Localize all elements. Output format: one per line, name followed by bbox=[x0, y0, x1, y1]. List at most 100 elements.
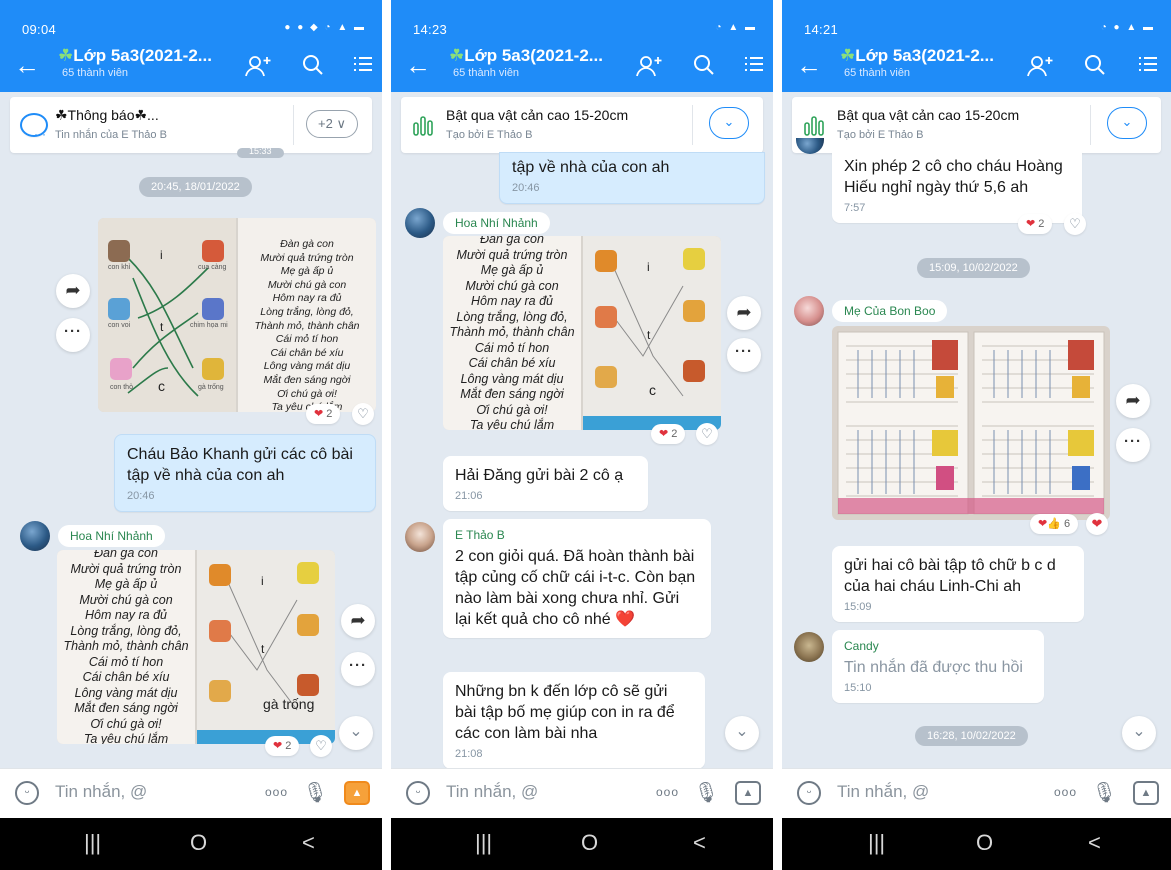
reaction-count[interactable]: ❤👍 6 bbox=[1030, 514, 1079, 534]
message-input[interactable]: Tin nhắn, @ bbox=[837, 782, 929, 802]
member-count: 65 thành viên bbox=[453, 67, 520, 79]
add-member-icon[interactable] bbox=[1026, 53, 1056, 84]
heart-reaction-icon[interactable]: ❤ bbox=[1086, 513, 1108, 535]
message-time: 20:46 bbox=[512, 182, 540, 194]
back-arrow-icon[interactable]: ← bbox=[14, 52, 40, 78]
search-icon[interactable] bbox=[1084, 53, 1106, 82]
emoji-icon[interactable]: ᵕ bbox=[15, 781, 39, 805]
homework-photo[interactable]: i t c con khỉ cua càng con voi chim họa … bbox=[98, 218, 376, 412]
more-dots-icon[interactable]: ooo bbox=[1054, 785, 1077, 799]
mic-icon[interactable]: 🎙 bbox=[303, 780, 328, 805]
recent-apps-icon[interactable]: ||| bbox=[868, 830, 885, 856]
homework-photo-2[interactable]: Đàn gà con Mười quả trứng tròn Mẹ gà ấp ủM… bbox=[57, 550, 335, 744]
poll-chart-icon bbox=[411, 113, 435, 137]
menu-icon[interactable] bbox=[744, 53, 764, 80]
menu-icon[interactable] bbox=[353, 53, 373, 80]
share-arrow-icon[interactable]: ➦ bbox=[1116, 384, 1150, 418]
workbook-pages bbox=[837, 331, 1105, 515]
gallery-icon[interactable]: ▲ bbox=[1133, 781, 1159, 805]
like-heart-icon[interactable]: ♡ bbox=[696, 423, 718, 445]
message-text: tập về nhà của con ah bbox=[512, 159, 670, 176]
message-bubble[interactable]: Hải Đăng gửi bài 2 cô ạ 21:06 bbox=[443, 456, 648, 511]
avatar[interactable] bbox=[794, 296, 824, 326]
group-title[interactable]: ☘Lớp 5a3(2021-2... bbox=[840, 46, 994, 66]
more-options-icon[interactable]: ··· bbox=[56, 318, 90, 352]
search-icon[interactable] bbox=[693, 53, 715, 82]
message-bubble[interactable]: Những bn k đến lớp cô sẽ gửi bài tập bố … bbox=[443, 672, 705, 769]
like-heart-icon[interactable]: ♡ bbox=[310, 735, 332, 757]
gallery-icon[interactable]: ▲ bbox=[735, 781, 761, 805]
home-icon[interactable]: O bbox=[190, 830, 207, 856]
gallery-icon[interactable]: ▲ bbox=[344, 781, 370, 805]
like-heart-icon[interactable]: ♡ bbox=[352, 403, 374, 425]
message-bubble[interactable]: E Thảo B 2 con giỏi quá. Đã hoàn thành b… bbox=[443, 519, 711, 638]
recent-apps-icon[interactable]: ||| bbox=[475, 830, 492, 856]
reaction-count[interactable]: ❤ 2 bbox=[265, 736, 300, 756]
letter-t: t bbox=[261, 642, 265, 656]
homework-photo[interactable]: Đàn gà con Mười quả trứng tròn Mẹ gà ấp ủM… bbox=[443, 236, 721, 430]
message-bubble[interactable]: Xin phép 2 cô cho cháu Hoàng Hiếu nghỉ n… bbox=[832, 150, 1082, 223]
workbook-photo[interactable] bbox=[832, 326, 1110, 520]
rooster-picture bbox=[297, 674, 319, 696]
avatar[interactable] bbox=[20, 521, 50, 551]
add-member-icon[interactable] bbox=[244, 53, 274, 84]
nav-back-icon[interactable]: < bbox=[693, 830, 706, 856]
message-bubble[interactable]: Cháu Bảo Khanh gửi các cô bài tập về nhà… bbox=[114, 434, 376, 512]
scroll-down-icon[interactable]: ⌄ bbox=[725, 716, 759, 750]
emoji-icon[interactable]: ᵕ bbox=[406, 781, 430, 805]
more-dots-icon[interactable]: ooo bbox=[265, 785, 288, 799]
nav-back-icon[interactable]: < bbox=[302, 830, 315, 856]
share-arrow-icon[interactable]: ➦ bbox=[56, 274, 90, 308]
expand-pinned-button[interactable]: ⌄ bbox=[709, 107, 749, 139]
expand-pinned-button[interactable]: ⌄ bbox=[1107, 107, 1147, 139]
emoji-icon[interactable]: ᵕ bbox=[797, 781, 821, 805]
crab-picture bbox=[202, 240, 224, 262]
date-separator: 16:28, 10/02/2022 bbox=[915, 726, 1028, 746]
group-title[interactable]: ☘Lớp 5a3(2021-2... bbox=[58, 46, 212, 66]
share-arrow-icon[interactable]: ➦ bbox=[727, 296, 761, 330]
message-text: Hải Đăng gửi bài 2 cô ạ bbox=[455, 467, 624, 484]
reaction-count[interactable]: ❤ 2 bbox=[1018, 214, 1053, 234]
pinned-poll[interactable]: Bật qua vật cản cao 15-20cm Tạo bởi E Th… bbox=[401, 97, 763, 153]
search-icon[interactable] bbox=[302, 53, 324, 82]
reaction-count[interactable]: ❤ 2 bbox=[306, 404, 341, 424]
back-arrow-icon[interactable]: ← bbox=[405, 52, 431, 78]
reaction-count[interactable]: ❤ 2 bbox=[651, 424, 686, 444]
message-input[interactable]: Tin nhắn, @ bbox=[446, 782, 538, 802]
expand-pinned-button[interactable]: +2 ∨ bbox=[306, 110, 358, 138]
scroll-down-icon[interactable]: ⌄ bbox=[1122, 716, 1156, 750]
message-text: Những bn k đến lớp cô sẽ gửi bài tập bố … bbox=[455, 683, 675, 742]
home-icon[interactable]: O bbox=[976, 830, 993, 856]
message-input[interactable]: Tin nhắn, @ bbox=[55, 782, 147, 802]
add-member-icon[interactable] bbox=[635, 53, 665, 84]
worksheet-page: i t c bbox=[583, 236, 721, 430]
nav-back-icon[interactable]: < bbox=[1088, 830, 1101, 856]
sender-name: E Thảo B bbox=[455, 528, 505, 542]
more-options-icon[interactable]: ··· bbox=[727, 338, 761, 372]
mic-icon[interactable]: 🎙 bbox=[694, 780, 719, 805]
message-bubble[interactable]: gửi hai cô bài tập tô chữ b c d của hai … bbox=[832, 546, 1084, 622]
avatar[interactable] bbox=[405, 522, 435, 552]
more-options-icon[interactable]: ··· bbox=[1116, 428, 1150, 462]
avatar[interactable] bbox=[405, 208, 435, 238]
avatar[interactable] bbox=[794, 632, 824, 662]
recalled-message[interactable]: Candy Tin nhắn đã được thu hồi 15:10 bbox=[832, 630, 1044, 703]
home-icon[interactable]: O bbox=[581, 830, 598, 856]
message-bubble[interactable]: tập về nhà của con ah 20:46 bbox=[499, 152, 765, 204]
poll-chart-icon bbox=[802, 113, 826, 137]
date-separator: 15:09, 10/02/2022 bbox=[917, 258, 1030, 278]
like-heart-icon[interactable]: ♡ bbox=[1064, 213, 1086, 235]
recent-apps-icon[interactable]: ||| bbox=[84, 830, 101, 856]
group-title[interactable]: ☘Lớp 5a3(2021-2... bbox=[449, 46, 603, 66]
mic-icon[interactable]: 🎙 bbox=[1092, 780, 1117, 805]
share-arrow-icon[interactable]: ➦ bbox=[341, 604, 375, 638]
scroll-down-icon[interactable]: ⌄ bbox=[339, 716, 373, 750]
leaf-icon: ☘ bbox=[840, 46, 856, 65]
back-arrow-icon[interactable]: ← bbox=[796, 52, 822, 78]
more-options-icon[interactable]: ··· bbox=[341, 652, 375, 686]
more-dots-icon[interactable]: ooo bbox=[656, 785, 679, 799]
pinned-poll[interactable]: Bật qua vật cản cao 15-20cm Tạo bởi E Th… bbox=[792, 97, 1161, 153]
divider bbox=[692, 105, 693, 145]
pinned-message[interactable]: ··· ☘Thông báo☘... Tin nhắn của E Thảo B… bbox=[10, 97, 372, 153]
menu-icon[interactable] bbox=[1138, 53, 1158, 80]
